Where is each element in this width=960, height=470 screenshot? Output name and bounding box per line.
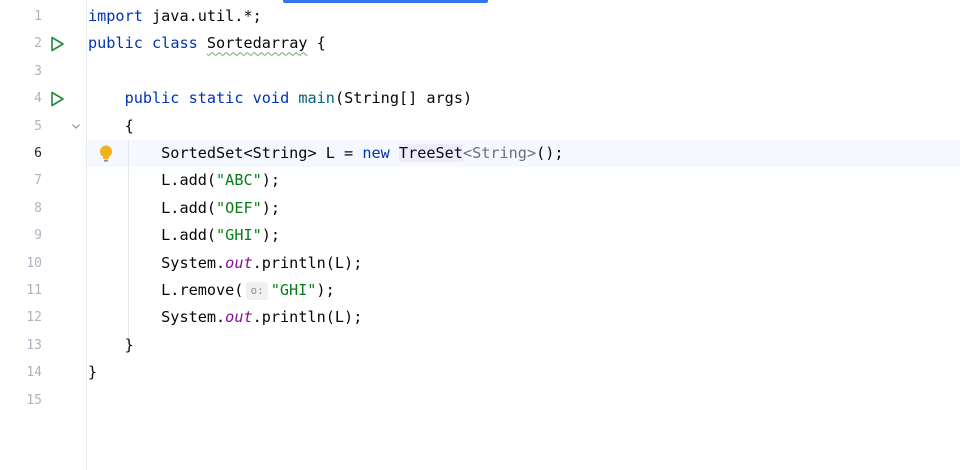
fold-chevron-down-icon[interactable] bbox=[70, 120, 82, 132]
line-number: 15 bbox=[26, 392, 42, 408]
code-line-7[interactable]: L.add("ABC"); bbox=[88, 167, 280, 194]
class-name: Sortedarray bbox=[206, 34, 308, 53]
code-text: ); bbox=[261, 198, 281, 217]
code-text: ); bbox=[261, 171, 281, 190]
code-text: java.util.*; bbox=[142, 7, 262, 25]
keyword: class bbox=[152, 34, 198, 53]
code-line-9[interactable]: L.add("GHI"); bbox=[88, 222, 280, 249]
string-literal: "GHI" bbox=[216, 226, 262, 245]
code-line-1[interactable]: import java.util.*; bbox=[88, 3, 262, 30]
code-text: (String[] args) bbox=[334, 89, 473, 108]
code-line-8[interactable]: L.add("OEF"); bbox=[88, 195, 280, 222]
code-text: L.add( bbox=[161, 198, 217, 217]
line-number: 8 bbox=[34, 200, 42, 216]
code-line-11[interactable]: L.remove(o: "GHI"); bbox=[88, 277, 335, 304]
keyword: import bbox=[88, 7, 143, 25]
code-line-2[interactable]: public class Sortedarray { bbox=[88, 30, 326, 57]
code-text: System. bbox=[161, 253, 226, 272]
parameter-hint: o: bbox=[246, 282, 268, 300]
code-text: L.add( bbox=[161, 171, 217, 190]
line-number: 4 bbox=[34, 91, 42, 107]
keyword: public bbox=[88, 34, 143, 53]
code-line-4[interactable]: public static void main(String[] args) bbox=[88, 85, 473, 112]
keyword: static bbox=[188, 89, 244, 108]
code-text: .println(L); bbox=[252, 308, 363, 327]
line-number: 6 bbox=[34, 146, 42, 161]
class-name: TreeSet bbox=[398, 144, 463, 162]
static-field: out bbox=[225, 308, 253, 327]
code-text: L.add( bbox=[161, 226, 217, 245]
active-tab-indicator bbox=[283, 0, 488, 3]
code-text: (); bbox=[536, 144, 564, 162]
string-literal: "ABC" bbox=[216, 171, 262, 190]
code-line-10[interactable]: System.out.println(L); bbox=[88, 250, 362, 277]
code-line-5[interactable]: { bbox=[88, 113, 134, 140]
generic-type: <String> bbox=[462, 144, 537, 162]
line-number: 2 bbox=[34, 36, 42, 52]
line-number: 10 bbox=[26, 255, 42, 271]
run-main-icon[interactable] bbox=[48, 90, 66, 108]
line-number: 13 bbox=[26, 337, 42, 353]
string-literal: "OEF" bbox=[216, 198, 262, 217]
method-name: main bbox=[298, 89, 335, 108]
line-number: 11 bbox=[26, 283, 42, 298]
keyword: void bbox=[252, 89, 290, 108]
code-text: ); bbox=[261, 226, 281, 245]
line-number: 9 bbox=[34, 228, 42, 244]
code-text: ); bbox=[316, 281, 335, 299]
brace: } bbox=[124, 335, 134, 354]
line-number: 12 bbox=[26, 310, 42, 326]
code-line-12[interactable]: System.out.println(L); bbox=[88, 304, 362, 331]
string-literal: "GHI" bbox=[270, 281, 317, 299]
line-number: 3 bbox=[34, 63, 42, 79]
brace: { bbox=[316, 34, 326, 53]
code-text: System. bbox=[161, 308, 226, 327]
line-number: 5 bbox=[34, 118, 42, 134]
code-text: L.remove( bbox=[161, 281, 244, 299]
keyword: new bbox=[362, 144, 390, 162]
code-text: .println(L); bbox=[252, 253, 363, 272]
line-number: 1 bbox=[34, 9, 42, 24]
static-field: out bbox=[225, 253, 253, 272]
line-number: 14 bbox=[26, 365, 42, 381]
code-text: SortedSet<String> L = bbox=[161, 144, 363, 162]
code-line-14[interactable]: } bbox=[88, 359, 97, 386]
brace: { bbox=[124, 116, 134, 135]
brace: } bbox=[88, 363, 98, 382]
run-class-icon[interactable] bbox=[48, 35, 66, 53]
code-line-13[interactable]: } bbox=[88, 332, 134, 359]
line-number: 7 bbox=[34, 173, 42, 189]
code-line-6[interactable]: SortedSet<String> L = new TreeSet<String… bbox=[88, 140, 564, 167]
keyword: public bbox=[124, 89, 180, 108]
